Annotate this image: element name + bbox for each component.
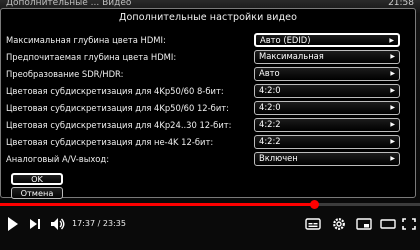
dropdown-value: 4:2:0 <box>259 85 281 95</box>
setting-label: Максимальная глубина цвета HDMI: <box>6 35 166 45</box>
setting-label: Цветовая субдискретизация для 4Kp24..30 … <box>6 120 232 130</box>
video-frame[interactable]: Дополнительные ... Видео 21:58 Дополните… <box>0 0 420 203</box>
setting-dropdown[interactable]: 4:2:0 ▶ <box>254 84 400 98</box>
dropdown-arrow-icon: ▶ <box>390 70 395 77</box>
ok-button[interactable]: OK <box>11 173 63 185</box>
time-display: 17:37 / 23:35 <box>72 219 126 228</box>
volume-icon[interactable] <box>50 215 66 233</box>
duration: 23:35 <box>102 219 126 228</box>
setting-dropdown[interactable]: 4:2:0 ▶ <box>254 101 400 115</box>
setting-row: Максимальная глубина цвета HDMI: Авто (ED… <box>1 33 411 49</box>
setting-row: Цветовая субдискретизация для 4Kp50/60 1… <box>1 101 411 117</box>
dropdown-arrow-icon: ▶ <box>390 104 395 111</box>
setting-dropdown[interactable]: Включен ▶ <box>254 152 400 166</box>
dropdown-arrow-icon: ▶ <box>390 53 395 60</box>
setting-dropdown[interactable]: Максимальная ▶ <box>254 50 400 64</box>
background-title: Дополнительные ... Видео <box>6 0 132 8</box>
dropdown-arrow-icon: ▶ <box>390 155 395 162</box>
dropdown-arrow-icon: ▶ <box>389 37 394 44</box>
setting-row: Цветовая субдискретизация для 4Kp24..30 … <box>1 118 411 134</box>
current-time: 17:37 <box>72 219 96 228</box>
dropdown-value: Включен <box>259 153 298 163</box>
dropdown-value: 4:2:2 <box>259 119 281 129</box>
dialog-title: Дополнительные настройки видео <box>118 12 298 23</box>
progress-fill <box>0 203 314 206</box>
dropdown-value: Максимальная <box>259 51 324 61</box>
dropdown-value: Авто (EDID) <box>260 35 311 45</box>
setting-label: Цветовая субдискретизация для не-4K 12-б… <box>6 137 214 147</box>
setting-label: Преобразование SDR/HDR: <box>6 69 124 79</box>
cancel-button[interactable]: Отмена <box>11 187 63 199</box>
setting-row: Преобразование SDR/HDR: Авто ▶ <box>1 67 411 83</box>
setting-dropdown[interactable]: Авто (EDID) ▶ <box>254 33 400 47</box>
advanced-video-settings-dialog: Дополнительные настройки видео Максималь… <box>0 8 416 199</box>
setting-label: Предпочитаемая глубина цвета HDMI: <box>6 52 177 62</box>
setting-label: Аналоговый A/V-выход: <box>6 154 110 164</box>
setting-dropdown[interactable]: 4:2:2 ▶ <box>254 118 400 132</box>
dropdown-arrow-icon: ▶ <box>390 138 395 145</box>
setting-dropdown[interactable]: 4:2:2 ▶ <box>254 135 400 149</box>
setting-row: Цветовая субдискретизация для 4Kp50/60 8… <box>1 84 411 100</box>
scrubber-handle[interactable] <box>309 200 319 209</box>
dropdown-value: 4:2:0 <box>259 102 281 112</box>
subtitles-icon[interactable] <box>305 215 321 233</box>
progress-bar[interactable] <box>0 200 420 209</box>
setting-row: Предпочитаемая глубина цвета HDMI: Максим… <box>1 50 411 66</box>
dropdown-arrow-icon: ▶ <box>390 121 395 128</box>
setting-row: Аналоговый A/V-выход: Включен ▶ <box>1 152 411 168</box>
time-separator: / <box>97 219 101 228</box>
background-clock: 21:58 <box>388 0 414 8</box>
setting-label: Цветовая субдискретизация для 4Kp50/60 8… <box>6 86 224 96</box>
next-icon[interactable] <box>28 215 42 233</box>
dropdown-value: Авто <box>259 68 280 78</box>
fullscreen-icon[interactable] <box>402 215 416 233</box>
theater-icon[interactable] <box>380 215 396 233</box>
setting-dropdown[interactable]: Авто ▶ <box>254 67 400 81</box>
setting-row: Цветовая субдискретизация для не-4K 12-б… <box>1 135 411 151</box>
setting-label: Цветовая субдискретизация для 4Kp50/60 1… <box>6 103 229 113</box>
dropdown-arrow-icon: ▶ <box>390 87 395 94</box>
gear-icon[interactable] <box>331 215 347 233</box>
play-icon[interactable] <box>6 215 20 233</box>
dropdown-value: 4:2:2 <box>259 136 281 146</box>
miniplayer-icon[interactable] <box>356 215 372 233</box>
